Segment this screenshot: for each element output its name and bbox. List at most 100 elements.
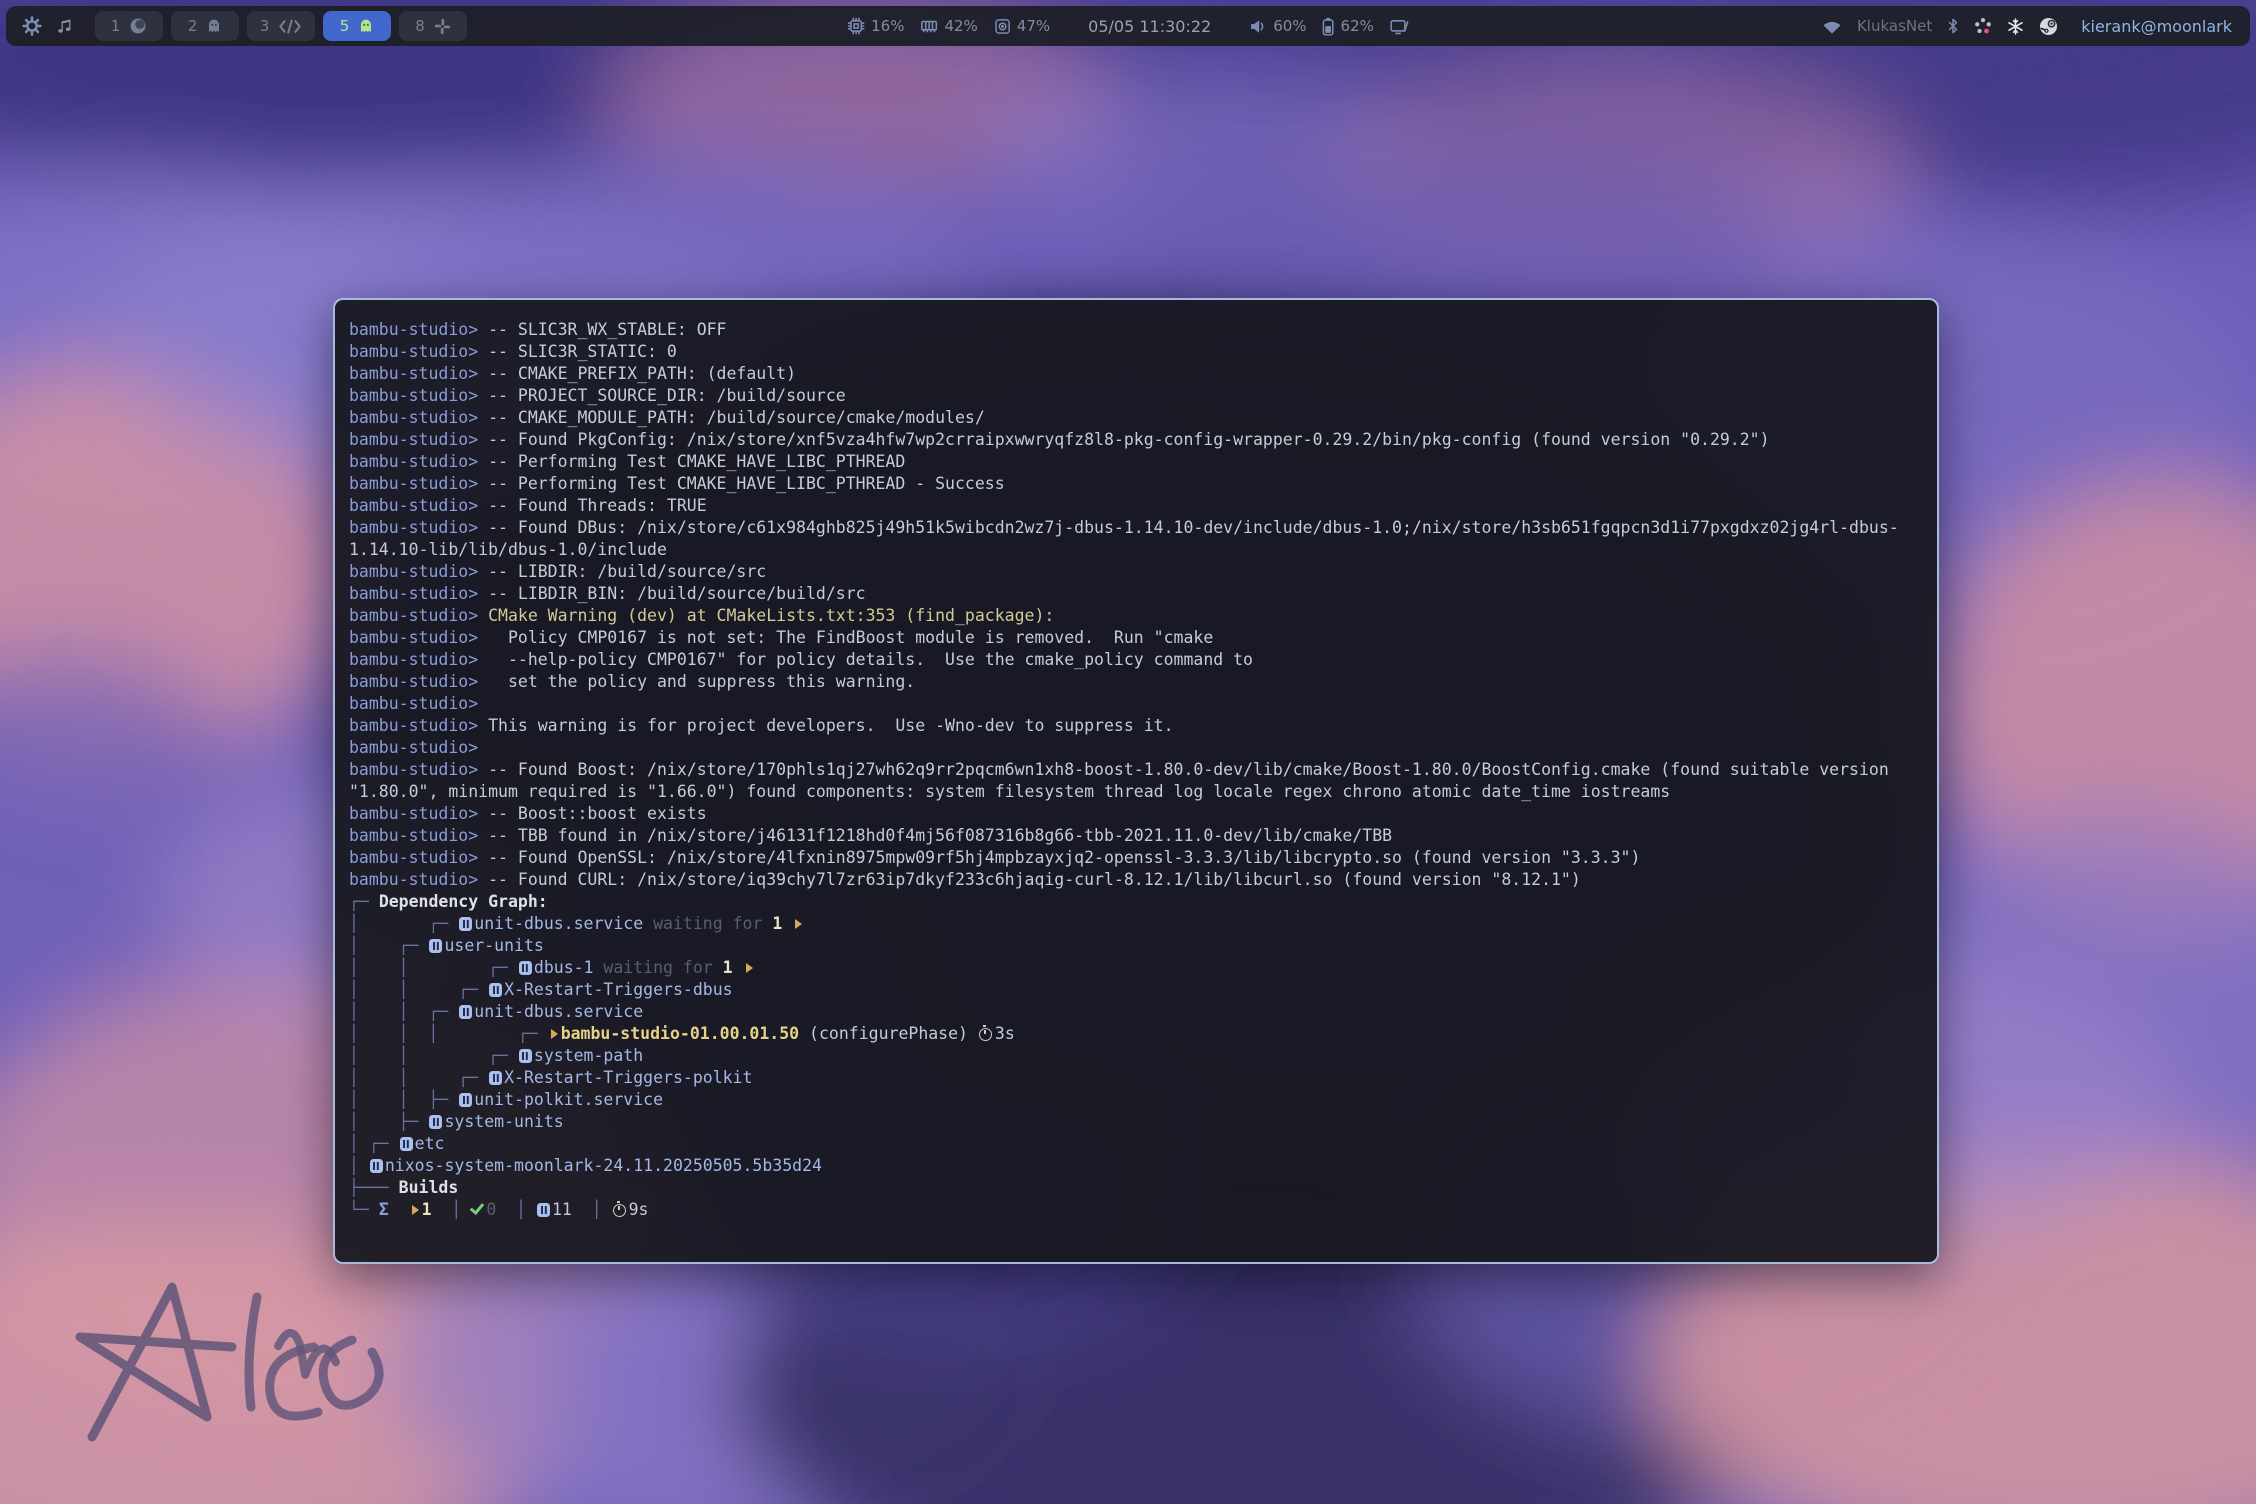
bluetooth-icon[interactable] [1947, 17, 1959, 35]
disk-icon [994, 18, 1011, 35]
memory-value: 42% [944, 17, 977, 35]
terminal-line: bambu-studio> -- Found Threads: TRUE [349, 495, 1923, 517]
ghost-icon [358, 18, 374, 34]
terminal-line: bambu-studio> -- CMAKE_MODULE_PATH: /bui… [349, 407, 1923, 429]
running-arrow-icon [795, 919, 802, 929]
cpu-module: 16% [847, 17, 904, 35]
terminal-line: ├─── Builds [349, 1177, 1923, 1199]
workspace-number: 1 [111, 17, 121, 35]
ghost-icon [206, 18, 222, 34]
terminal-line: bambu-studio> -- Performing Test CMAKE_H… [349, 473, 1923, 495]
terminal-line: bambu-studio> -- SLIC3R_STATIC: 0 [349, 341, 1923, 363]
nixos-icon[interactable] [22, 16, 42, 36]
terminal-line: bambu-studio> -- Found OpenSSL: /nix/sto… [349, 847, 1923, 869]
terminal-line: "1.80.0", minimum required is "1.66.0") … [349, 781, 1923, 803]
terminal-line: 1.14.10-lib/lib/dbus-1.0/include [349, 539, 1923, 561]
terminal-line: │ │ ┌─ dbus-1 waiting for 1 [349, 957, 1923, 979]
workspace-2[interactable]: 2 [171, 11, 239, 41]
firefox-icon [129, 17, 147, 35]
tray-dots-icon[interactable] [1974, 17, 1992, 35]
terminal-line: bambu-studio> -- LIBDIR_BIN: /build/sour… [349, 583, 1923, 605]
pause-badge-icon [519, 961, 532, 975]
artist-signature [52, 1252, 392, 1466]
stopwatch-icon [979, 1028, 992, 1041]
memory-module: 42% [920, 17, 977, 35]
terminal-body: bambu-studio> -- SLIC3R_WX_STABLE: OFFba… [335, 300, 1937, 1243]
terminal-line: bambu-studio> [349, 693, 1923, 715]
pause-badge-icon [489, 983, 502, 997]
done-check-icon [470, 1200, 484, 1215]
terminal-line: bambu-studio> Policy CMP0167 is not set:… [349, 627, 1923, 649]
terminal-line: │ │ ┌─ unit-dbus.service [349, 1001, 1923, 1023]
running-arrow-icon [551, 1029, 558, 1039]
running-arrow-icon [412, 1205, 419, 1215]
terminal-line: │ │ ┌─ X-Restart-Triggers-polkit [349, 1067, 1923, 1089]
pause-badge-icon [519, 1049, 532, 1063]
terminal-line: │ ┌─ user-units [349, 935, 1923, 957]
volume-module[interactable]: 60% [1249, 17, 1306, 35]
pause-badge-icon [489, 1071, 502, 1085]
terminal-line: │ ┌─ unit-dbus.service waiting for 1 [349, 913, 1923, 935]
tray-snowflake-icon[interactable] [2007, 18, 2024, 35]
terminal-line: bambu-studio> -- Found PkgConfig: /nix/s… [349, 429, 1923, 451]
status-modules: 16% 42% 47% 05/05 11:30:22 60% 62% [847, 6, 1409, 46]
pause-badge-icon [429, 1115, 442, 1129]
cpu-value: 16% [871, 17, 904, 35]
terminal-line: │ ├─ system-units [349, 1111, 1923, 1133]
workspace-switcher: 1 2 3 5 8 [95, 11, 467, 41]
username-label: kierank@moonlark [2081, 17, 2232, 36]
workspace-8[interactable]: 8 [399, 11, 467, 41]
memory-icon [920, 17, 938, 35]
terminal-line: │ │ ├─ unit-polkit.service [349, 1089, 1923, 1111]
terminal-line: bambu-studio> -- Found Boost: /nix/store… [349, 759, 1923, 781]
terminal-line: │ nixos-system-moonlark-24.11.20250505.5… [349, 1155, 1923, 1177]
terminal-line: │ │ ┌─ system-path [349, 1045, 1923, 1067]
battery-icon [1323, 17, 1335, 36]
disk-value: 47% [1017, 17, 1050, 35]
workspace-number: 8 [415, 17, 425, 35]
running-arrow-icon [746, 963, 753, 973]
workspace-5[interactable]: 5 [323, 11, 391, 41]
terminal-line: │ │ ┌─ X-Restart-Triggers-dbus [349, 979, 1923, 1001]
clock: 05/05 11:30:22 [1088, 17, 1211, 36]
terminal-line: bambu-studio> -- Performing Test CMAKE_H… [349, 451, 1923, 473]
speaker-icon [1249, 18, 1267, 35]
pause-badge-icon [537, 1203, 550, 1217]
terminal-line: bambu-studio> set the policy and suppres… [349, 671, 1923, 693]
wifi-icon[interactable] [1822, 18, 1842, 35]
terminal-line: bambu-studio> -- LIBDIR: /build/source/s… [349, 561, 1923, 583]
terminal-line: bambu-studio> This warning is for projec… [349, 715, 1923, 737]
cpu-icon [847, 17, 865, 35]
terminal-line: bambu-studio> [349, 737, 1923, 759]
workspace-number: 3 [260, 17, 270, 35]
pause-badge-icon [459, 1005, 472, 1019]
terminal-line: bambu-studio> CMake Warning (dev) at CMa… [349, 605, 1923, 627]
terminal-line: bambu-studio> -- TBB found in /nix/store… [349, 825, 1923, 847]
terminal-line: └─ Σ 1 │ 0 │ 11 │ 9s [349, 1199, 1923, 1221]
bar-right-cluster: KlukasNet kierank@moonlark [1822, 17, 2250, 36]
pause-badge-icon [400, 1137, 413, 1151]
terminal-line: bambu-studio> -- CMAKE_PREFIX_PATH: (def… [349, 363, 1923, 385]
workspace-1[interactable]: 1 [95, 11, 163, 41]
terminal-window[interactable]: bambu-studio> -- SLIC3R_WX_STABLE: OFFba… [333, 298, 1939, 1264]
terminal-line: bambu-studio> -- PROJECT_SOURCE_DIR: /bu… [349, 385, 1923, 407]
terminal-line: bambu-studio> -- Boost::boost exists [349, 803, 1923, 825]
display-icon[interactable] [1390, 18, 1409, 35]
battery-module: 62% [1323, 17, 1374, 36]
music-icon[interactable] [56, 18, 73, 35]
steam-tray-icon[interactable] [2039, 17, 2058, 36]
code-icon [278, 19, 302, 34]
workspace-3[interactable]: 3 [247, 11, 315, 41]
battery-value: 62% [1341, 17, 1374, 35]
pause-badge-icon [459, 1093, 472, 1107]
status-bar: 1 2 3 5 8 16% 42% 47% 05/05 11:30:22 60% 62%… [6, 6, 2250, 46]
pause-badge-icon [459, 917, 472, 931]
terminal-line: bambu-studio> -- Found CURL: /nix/store/… [349, 869, 1923, 891]
stopwatch-icon [613, 1204, 626, 1217]
bar-left-cluster: 1 2 3 5 8 [6, 11, 467, 41]
pause-badge-icon [429, 939, 442, 953]
terminal-line: bambu-studio> -- Found DBus: /nix/store/… [349, 517, 1923, 539]
wifi-ssid: KlukasNet [1857, 17, 1932, 35]
terminal-line: ┌─ Dependency Graph: [349, 891, 1923, 913]
disk-module: 47% [994, 17, 1050, 35]
